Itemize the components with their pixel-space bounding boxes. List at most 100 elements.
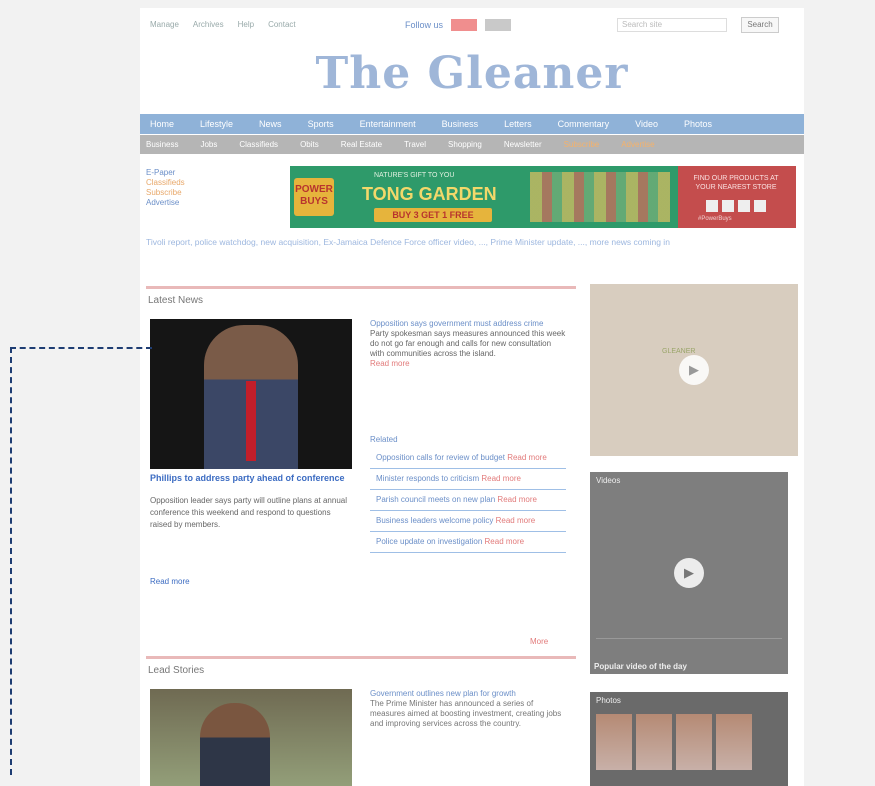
subnav-item[interactable]: Real Estate [341,140,382,149]
utility-bar: Manage Archives Help Contact Follow us S… [140,8,804,42]
subnav-item[interactable]: Subscribe [564,140,600,149]
story-headline[interactable]: Opposition says government must address … [370,319,566,329]
masthead: The Gleaner [140,48,804,110]
follow-group: Follow us [405,19,512,31]
subnav-item[interactable]: Newsletter [504,140,542,149]
nav-item[interactable]: Letters [504,119,532,129]
utility-link[interactable]: Help [238,20,254,29]
instagram-icon[interactable] [706,200,718,212]
subnav-item[interactable]: Shopping [448,140,482,149]
social-icon[interactable] [485,19,512,31]
lead-read-more[interactable]: Read more [150,577,190,586]
second-story: Opposition says government must address … [370,319,566,369]
page-container: Manage Archives Help Contact Follow us S… [140,8,804,786]
quick-link[interactable]: E-Paper [146,168,185,178]
twitter-icon[interactable] [738,200,750,212]
primary-nav: Home Lifestyle News Sports Entertainment… [140,114,804,134]
story-read-more[interactable]: Read more [370,359,566,369]
utility-links: Manage Archives Help Contact [150,20,296,29]
secondary-nav: Business Jobs Classifieds Obits Real Est… [140,135,804,154]
more-news-link[interactable]: More [530,637,548,646]
story-summary: The Prime Minister has announced a serie… [370,699,562,728]
ad-right-footer: #PowerBuys [698,216,732,222]
video-caption[interactable]: Popular video of the day [594,662,687,671]
subnav-item[interactable]: Advertise [621,140,654,149]
facebook-icon[interactable] [722,200,734,212]
ad-subtitle: NATURE'S GIFT TO YOU [374,172,455,179]
related-header: Related [370,435,398,444]
featured-video[interactable]: GLEANER ▶ [590,284,798,456]
banner-ad[interactable]: POWER BUYS NATURE'S GIFT TO YOU TONG GAR… [290,166,796,228]
lead-headline[interactable]: Phillips to address party ahead of confe… [150,473,352,484]
quick-link[interactable]: Advertise [146,198,185,208]
subnav-item[interactable]: Business [146,140,178,149]
subnav-item[interactable]: Classifieds [239,140,278,149]
quick-link[interactable]: Classifieds [146,178,185,188]
video-progress-bar[interactable] [596,638,782,646]
related-list: Related Opposition calls for review of b… [370,435,566,553]
lead-photo[interactable] [150,319,352,469]
play-icon[interactable]: ▶ [679,355,709,385]
nav-item[interactable]: Photos [684,119,712,129]
lead-stories-section: Lead Stories Government outlines new pla… [146,656,576,786]
news-ticker[interactable]: Tivoli report, police watchdog, new acqu… [146,236,796,248]
nav-item[interactable]: News [259,119,282,129]
section-header[interactable]: Latest News [146,289,576,312]
nav-item[interactable]: Commentary [558,119,610,129]
youtube-icon[interactable] [754,200,766,212]
latest-news-section: Latest News Phillips to address party ah… [146,286,576,656]
gallery-thumbnail[interactable] [716,714,752,770]
utility-link[interactable]: Archives [193,20,224,29]
person-image [200,703,270,786]
section-header[interactable]: Lead Stories [146,659,576,682]
search-button[interactable]: Search [741,17,779,33]
nav-item[interactable]: Home [150,119,174,129]
related-item[interactable]: Parish council meets on new plan Read mo… [370,490,566,511]
lead-story-photo[interactable] [150,689,352,786]
follow-label: Follow us [405,20,444,30]
gallery-thumbnail[interactable] [596,714,632,770]
quick-link[interactable]: Subscribe [146,188,185,198]
ad-badge: POWER BUYS [294,178,334,216]
ad-headline: TONG GARDEN [362,184,497,204]
play-icon[interactable]: ▶ [674,558,704,588]
ad-products-image [530,172,670,222]
related-item[interactable]: Opposition calls for review of budget Re… [370,448,566,469]
social-icon[interactable] [451,19,478,31]
lead-summary: Opposition leader says party will outlin… [150,496,348,529]
tie-shape [246,381,256,461]
ad-right-text: FIND OUR PRODUCTS AT YOUR NEAREST STORE [693,175,779,191]
video-watermark: GLEANER [662,348,696,355]
ad-social-icons [706,200,766,212]
photo-gallery[interactable]: Photos [590,692,788,786]
nav-item[interactable]: Lifestyle [200,119,233,129]
utility-link[interactable]: Manage [150,20,179,29]
subnav-item[interactable]: Obits [300,140,319,149]
gallery-thumbnails [596,714,752,770]
quick-links: E-Paper Classifieds Subscribe Advertise [146,168,185,208]
related-item[interactable]: Police update on investigation Read more [370,532,566,553]
annotation-dashed-line [10,347,12,775]
nav-item[interactable]: Sports [308,119,334,129]
nav-item[interactable]: Business [442,119,479,129]
utility-link[interactable]: Contact [268,20,296,29]
subnav-item[interactable]: Jobs [200,140,217,149]
story-headline[interactable]: Government outlines new plan for growth [370,689,566,699]
ad-cta[interactable]: BUY 3 GET 1 FREE [374,208,492,222]
subnav-item[interactable]: Travel [404,140,426,149]
nav-item[interactable]: Video [635,119,658,129]
gallery-label: Photos [596,696,621,705]
ad-right-panel: FIND OUR PRODUCTS AT YOUR NEAREST STORE … [678,166,796,228]
gallery-thumbnail[interactable] [636,714,672,770]
story-summary: Party spokesman says measures announced … [370,329,566,358]
nav-item[interactable]: Entertainment [360,119,416,129]
video-player[interactable]: Videos ▶ Popular video of the day [590,472,788,674]
gallery-thumbnail[interactable] [676,714,712,770]
related-item[interactable]: Business leaders welcome policy Read mor… [370,511,566,532]
site-logo[interactable]: The Gleaner [140,48,804,99]
video-section-label: Videos [596,476,621,485]
search-input[interactable]: Search site [617,18,727,32]
related-item[interactable]: Minister responds to criticism Read more [370,469,566,490]
lead-story-text: Government outlines new plan for growth … [370,689,566,729]
annotation-dashed-line [10,347,152,349]
